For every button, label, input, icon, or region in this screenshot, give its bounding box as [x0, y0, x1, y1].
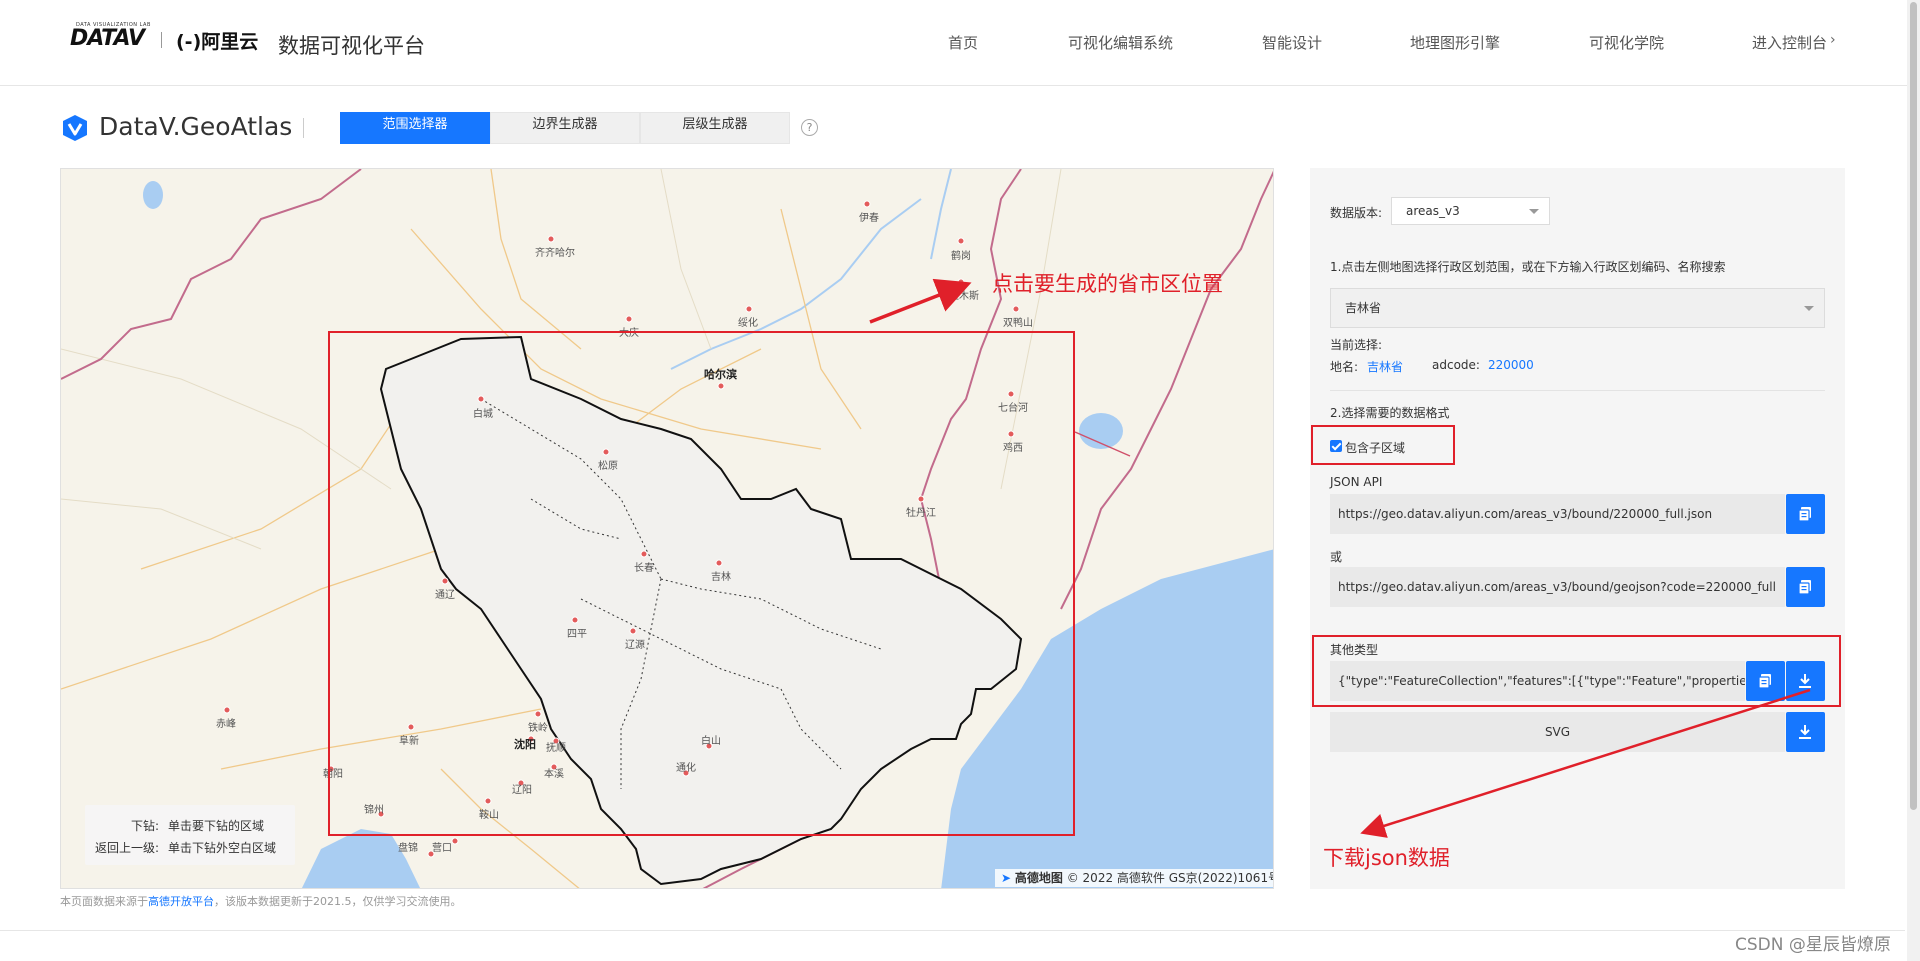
title-divider	[303, 118, 304, 138]
chevron-down-icon	[1529, 209, 1539, 214]
download-icon	[1799, 725, 1811, 739]
nav-home[interactable]: 首页	[948, 32, 1068, 54]
json-api-label: JSON API	[1330, 475, 1383, 489]
brand-divider	[161, 32, 162, 48]
version-value: areas_v3	[1406, 204, 1460, 218]
lake-north	[143, 181, 163, 209]
region-value: 吉林省	[1345, 301, 1382, 315]
version-label: 数据版本:	[1330, 206, 1383, 220]
copy-geojson-button[interactable]	[1786, 567, 1825, 607]
map-city-label: 绥化	[738, 318, 758, 329]
page-bottom	[0, 930, 1905, 961]
svg-format-field: SVG	[1330, 712, 1785, 752]
tab-boundary-generator[interactable]: 边界生成器	[490, 112, 640, 144]
page-scrollbar[interactable]	[1907, 0, 1920, 961]
map-city-label: 佳木斯	[949, 291, 979, 302]
place-name-value: 吉林省	[1367, 360, 1404, 374]
chevron-right-icon: ›	[1830, 32, 1836, 48]
copy-icon	[1798, 580, 1811, 595]
map-legend	[85, 805, 295, 865]
copy-json-api-button[interactable]	[1786, 494, 1825, 534]
help-icon[interactable]: ?	[801, 119, 818, 136]
map-city-label: 双鸭山	[1003, 318, 1033, 329]
amap-open-platform-link[interactable]: 高德开放平台	[148, 895, 214, 908]
geojson-url-field[interactable]: https://geo.datav.aliyun.com/areas_v3/bo…	[1330, 567, 1785, 607]
map-city-label: 鹤岗	[951, 251, 971, 262]
json-api-url-field[interactable]: https://geo.datav.aliyun.com/areas_v3/bo…	[1330, 494, 1785, 534]
attribution-text: © 2022 高德软件 GS京(2022)1061号	[1066, 871, 1274, 885]
aliyun-logo[interactable]: (-)阿里云	[176, 27, 258, 54]
adcode-label: adcode:	[1432, 358, 1480, 372]
national-border	[61, 169, 362, 380]
version-select[interactable]: areas_v3	[1391, 197, 1550, 225]
datav-logo[interactable]: DATAV	[70, 26, 145, 51]
legend-up-text: 单击下钻外空白区域	[168, 841, 277, 855]
chevron-down-icon	[1804, 306, 1814, 311]
map-city-label: 齐齐哈尔	[535, 248, 575, 259]
send-arrow-icon: ➤	[1001, 871, 1012, 885]
annotation-download-box	[1312, 635, 1841, 707]
map-city-label: 伊春	[859, 213, 879, 224]
nav-smart-design[interactable]: 智能设计	[1262, 32, 1410, 54]
copy-icon	[1798, 507, 1811, 522]
scrollbar-thumb[interactable]	[1910, 2, 1917, 810]
annotation-download-hint: 下载json数据	[1323, 846, 1450, 870]
tab-level-generator[interactable]: 层级生成器	[640, 112, 790, 144]
place-name-label: 地名:	[1330, 360, 1359, 374]
map-attribution: ➤ 高德地图 © 2022 高德软件 GS京(2022)1061号	[995, 869, 1274, 887]
attribution-brand: 高德地图	[1014, 871, 1063, 885]
data-source-note: 本页面数据来源于高德开放平台，该版本数据更新于2021.5，仅供学习交流使用。	[60, 893, 462, 909]
nav-geo-engine[interactable]: 地理图形引擎	[1410, 32, 1589, 54]
bohai-sea	[301, 829, 421, 888]
step1-instruction: 1.点击左侧地图选择行政区划范围，或在下方输入行政区划编码、名称搜索	[1330, 260, 1726, 274]
current-selection-label: 当前选择:	[1330, 338, 1383, 352]
download-svg-button[interactable]	[1786, 712, 1825, 752]
tab-range-selector[interactable]: 范围选择器	[340, 112, 490, 144]
adcode-value: 220000	[1488, 358, 1534, 372]
section-divider	[1330, 390, 1825, 391]
annotation-map-selection-box	[328, 331, 1075, 836]
annotation-checkbox-box	[1311, 425, 1455, 465]
nav-academy[interactable]: 可视化学院	[1589, 32, 1752, 54]
annotation-click-hint: 点击要生成的省市区位置	[992, 272, 1223, 296]
lake	[1079, 413, 1123, 449]
national-border	[1060, 170, 1273, 610]
geoatlas-logo-icon	[63, 115, 87, 141]
map-city-label: 盘锦	[398, 843, 418, 854]
map-city-label: 赤峰	[216, 719, 236, 730]
legend-drill-text: 单击要下钻的区域	[168, 819, 265, 833]
app-title: DataV.GeoAtlas	[99, 112, 293, 141]
tool-tabs: 范围选择器 边界生成器 层级生成器	[340, 112, 790, 144]
river	[930, 169, 952, 260]
top-navigation: DATA VISUALIZATION LAB DATAV (-)阿里云 数据可视…	[0, 0, 1920, 86]
nav-links: 首页 可视化编辑系统 智能设计 地理图形引擎 可视化学院 进入控制台	[948, 32, 1848, 54]
note-suffix: ，该版本数据更新于2021.5，仅供学习交流使用。	[214, 895, 462, 908]
map-city-label: 营口	[432, 843, 452, 854]
legend-drill-label: 下钻:	[131, 819, 160, 833]
platform-title: 数据可视化平台	[278, 34, 425, 58]
region-search-select[interactable]: 吉林省	[1330, 288, 1825, 328]
step2-instruction: 2.选择需要的数据格式	[1330, 406, 1450, 420]
or-label: 或	[1330, 550, 1343, 564]
legend-up-label: 返回上一级:	[95, 841, 160, 855]
settings-panel: 数据版本: areas_v3 1.点击左侧地图选择行政区划范围，或在下方输入行政…	[1310, 168, 1845, 889]
csdn-watermark: CSDN @星辰皆燎原	[1735, 935, 1891, 955]
nav-editor[interactable]: 可视化编辑系统	[1068, 32, 1262, 54]
note-prefix: 本页面数据来源于	[60, 895, 148, 908]
